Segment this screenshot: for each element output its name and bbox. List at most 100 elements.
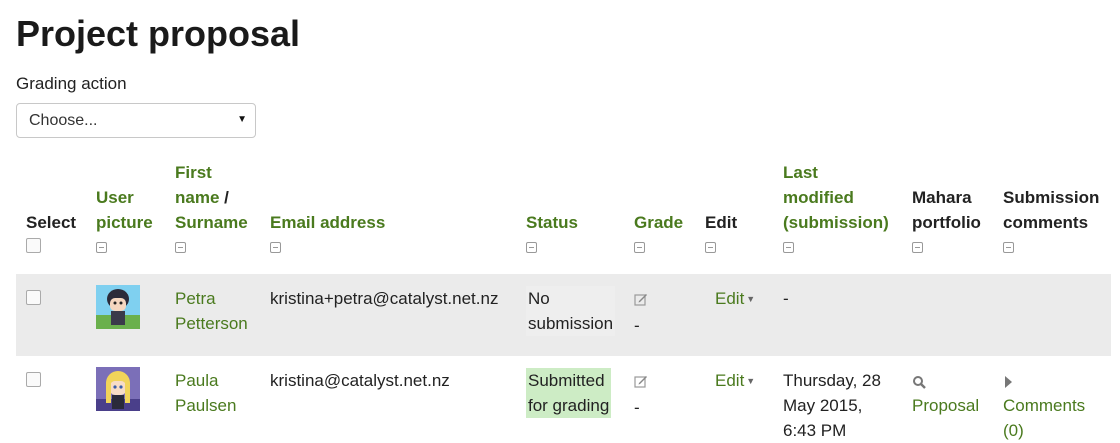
- portfolio-cell: [904, 274, 995, 356]
- expand-triangle-icon[interactable]: [1003, 375, 1013, 389]
- edit-cell: Edit ▼: [697, 274, 775, 356]
- header-user-picture-line1: User: [96, 188, 134, 207]
- submissions-table: Select User picture First name / Surname…: [16, 160, 1111, 443]
- status-badge: No submission: [526, 286, 616, 336]
- status-line2: for grading: [528, 396, 610, 415]
- collapse-column-icon[interactable]: [783, 242, 794, 253]
- header-email-label: Email address: [270, 213, 386, 232]
- portfolio-cell: Proposal: [904, 356, 995, 443]
- status-line1: Submitted: [528, 371, 605, 390]
- name-cell: Petra Petterson: [167, 274, 262, 356]
- header-user-picture-line2: picture: [96, 213, 153, 232]
- status-badge: Submitted for grading: [526, 368, 612, 418]
- collapse-column-icon[interactable]: [705, 242, 716, 253]
- table-header-row: Select User picture First name / Surname…: [16, 160, 1111, 264]
- edit-menu-link[interactable]: Edit ▼: [715, 289, 755, 308]
- collapse-column-icon[interactable]: [96, 242, 107, 253]
- header-surname[interactable]: Surname: [175, 210, 262, 235]
- avatar[interactable]: [96, 367, 140, 411]
- last-modified-cell: -: [775, 274, 904, 356]
- name-cell: Paula Paulsen: [167, 356, 262, 443]
- header-mahara-portfolio: Mahara portfolio: [904, 160, 995, 264]
- caret-down-icon: ▼: [746, 294, 756, 305]
- assignment-grading-page: Project proposal Grading action Choose..…: [0, 0, 1120, 440]
- grading-action-label: Grading action: [16, 74, 127, 93]
- status-line1: No: [528, 289, 550, 308]
- header-select: Select: [16, 160, 88, 264]
- header-last-modified-line1: Last: [783, 163, 818, 182]
- header-comments-line1: Submission: [1003, 188, 1100, 207]
- edit-pen-icon[interactable]: [634, 374, 648, 388]
- header-select-label: Select: [26, 213, 77, 232]
- collapse-column-icon[interactable]: [1003, 242, 1014, 253]
- header-status-label: Status: [526, 213, 578, 232]
- user-first-name-link[interactable]: Paula: [175, 371, 218, 390]
- collapse-column-icon[interactable]: [634, 242, 645, 253]
- header-grade-label: Grade: [634, 213, 684, 232]
- header-name-separator: /: [219, 188, 229, 207]
- magnifier-icon[interactable]: [912, 375, 926, 389]
- status-cell: Submitted for grading: [518, 356, 626, 443]
- grade-value: -: [634, 398, 640, 417]
- header-mahara-line2: portfolio: [912, 213, 981, 232]
- header-grade[interactable]: Grade: [626, 160, 697, 264]
- header-first-name-2[interactable]: name: [175, 188, 219, 207]
- row-select-cell: [16, 356, 88, 443]
- header-mahara-line1: Mahara: [912, 188, 972, 207]
- user-picture-cell: [88, 274, 167, 356]
- edit-label: Edit: [715, 289, 745, 308]
- edit-pen-icon[interactable]: [634, 292, 648, 306]
- user-first-name-link[interactable]: Petra: [175, 289, 216, 308]
- collapse-column-icon[interactable]: [270, 242, 281, 253]
- avatar[interactable]: [96, 285, 140, 329]
- grade-value: -: [634, 316, 640, 335]
- row-checkbox[interactable]: [26, 372, 41, 387]
- last-modified-line3: 6:43 PM: [783, 421, 847, 440]
- email-cell: kristina+petra@catalyst.net.nz: [262, 274, 518, 356]
- comments-link[interactable]: Comments: [1003, 396, 1085, 415]
- header-user-picture[interactable]: User picture: [88, 160, 167, 264]
- comments-cell: [995, 274, 1111, 356]
- header-last-modified-line2: modified: [783, 188, 854, 207]
- user-surname-link[interactable]: Paulsen: [175, 396, 236, 415]
- header-first-name[interactable]: First: [175, 160, 262, 185]
- collapse-column-icon[interactable]: [175, 242, 186, 253]
- select-all-checkbox[interactable]: [26, 238, 41, 253]
- caret-down-icon: ▼: [746, 376, 756, 387]
- header-email[interactable]: Email address: [262, 160, 518, 264]
- row-checkbox[interactable]: [26, 290, 41, 305]
- status-cell: No submission: [518, 274, 626, 356]
- page-title: Project proposal: [16, 13, 301, 54]
- header-name: First name / Surname: [167, 160, 262, 264]
- header-edit: Edit: [697, 160, 775, 264]
- header-last-modified-line3: (submission): [783, 213, 889, 232]
- grading-action-select[interactable]: Choose... ▼: [16, 103, 256, 138]
- header-last-modified[interactable]: Last modified (submission): [775, 160, 904, 264]
- comments-cell: Comments (0): [995, 356, 1111, 443]
- last-modified-cell: Thursday, 28 May 2015, 6:43 PM: [775, 356, 904, 443]
- last-modified-line1: Thursday, 28: [783, 371, 881, 390]
- header-edit-label: Edit: [705, 213, 738, 232]
- edit-cell: Edit ▼: [697, 356, 775, 443]
- grade-cell: -: [626, 274, 697, 356]
- header-status[interactable]: Status: [518, 160, 626, 264]
- grading-action-value: Choose...: [29, 112, 98, 129]
- table-row: Petra Petterson kristina+petra@catalyst.…: [16, 274, 1111, 356]
- edit-menu-link[interactable]: Edit ▼: [715, 371, 755, 390]
- select-caret-icon: ▼: [237, 114, 247, 125]
- header-submission-comments: Submission comments: [995, 160, 1111, 264]
- grade-cell: -: [626, 356, 697, 443]
- user-surname-link[interactable]: Petterson: [175, 314, 248, 333]
- row-select-cell: [16, 274, 88, 356]
- email-cell: kristina@catalyst.net.nz: [270, 371, 450, 390]
- edit-label: Edit: [715, 371, 745, 390]
- collapse-column-icon[interactable]: [526, 242, 537, 253]
- comments-count[interactable]: (0): [1003, 421, 1024, 440]
- status-line2: submission: [528, 314, 614, 333]
- header-comments-line2: comments: [1003, 213, 1089, 232]
- collapse-column-icon[interactable]: [912, 242, 923, 253]
- last-modified-line2: May 2015,: [783, 396, 863, 415]
- table-row: Paula Paulsen kristina@catalyst.net.nz S…: [16, 356, 1111, 443]
- user-picture-cell: [88, 356, 167, 443]
- portfolio-link[interactable]: Proposal: [912, 396, 979, 415]
